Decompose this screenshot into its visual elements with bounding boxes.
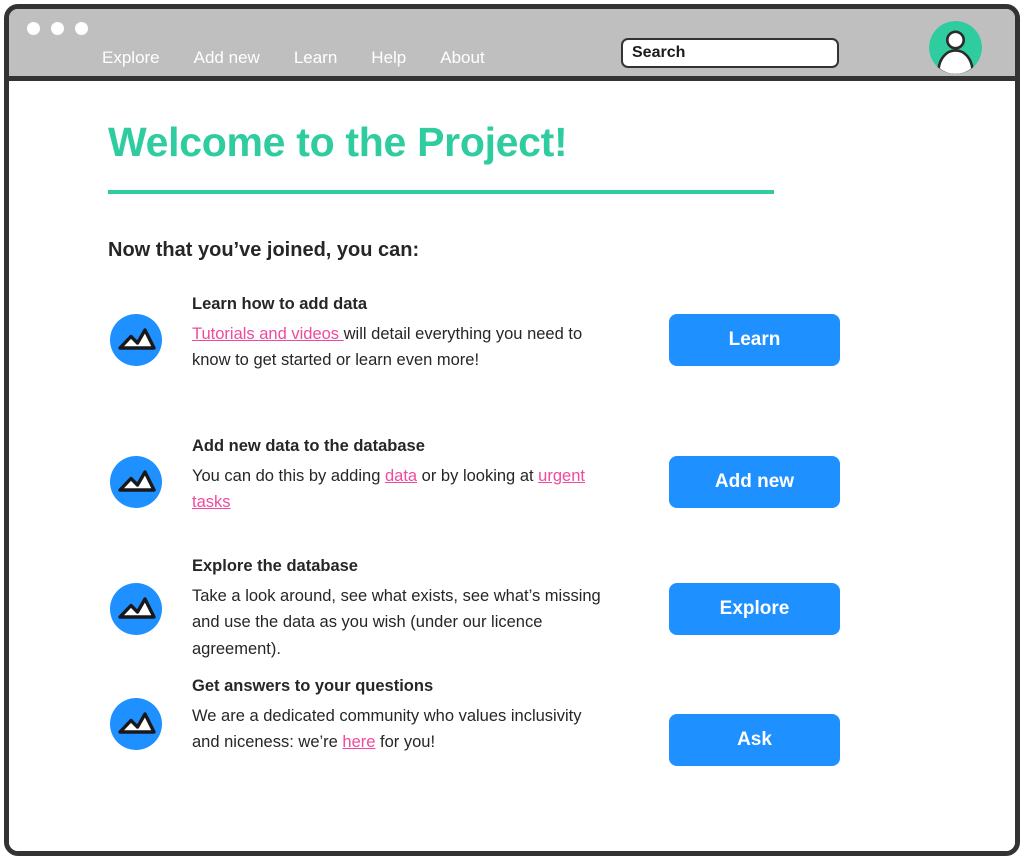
page-subtitle: Now that you’ve joined, you can: — [108, 239, 420, 262]
explore-button[interactable]: Explore — [669, 583, 840, 636]
minimize-window-dot[interactable] — [51, 22, 64, 35]
feature-list: Learn how to add data Tutorials and vide… — [9, 292, 1015, 792]
feature-link[interactable]: Tutorials and videos — [192, 325, 344, 343]
feature-link-data[interactable]: data — [385, 467, 417, 485]
learn-button[interactable]: Learn — [669, 314, 840, 367]
close-window-dot[interactable] — [27, 22, 40, 35]
feature-text: Get answers to your questions We are a d… — [192, 674, 612, 756]
feature-description: Take a look around, see what exists, see… — [192, 586, 601, 659]
feature-action: Ask — [669, 714, 840, 767]
add-new-button[interactable]: Add new — [669, 456, 840, 509]
feature-action: Explore — [669, 583, 840, 636]
mountain-image-icon — [110, 698, 162, 751]
mountain-image-icon — [110, 583, 162, 636]
avatar[interactable] — [929, 21, 982, 74]
feature-description-text: You can do this by adding — [192, 466, 385, 485]
feature-row: Learn how to add data Tutorials and vide… — [9, 292, 1015, 410]
nav-item-add-new[interactable]: Add new — [194, 49, 260, 66]
page-body: Welcome to the Project! Now that you’ve … — [9, 81, 1015, 851]
title-divider — [108, 190, 774, 195]
maximize-window-dot[interactable] — [75, 22, 88, 35]
feature-description-text: or by looking at — [417, 466, 539, 485]
feature-title: Explore the database — [192, 557, 358, 576]
nav-item-about[interactable]: About — [440, 49, 484, 66]
feature-row: Add new data to the database You can do … — [9, 434, 1015, 552]
feature-title: Learn how to add data — [192, 295, 368, 314]
feature-link-here[interactable]: here — [342, 733, 375, 751]
feature-row: Explore the database Take a look around,… — [9, 554, 1015, 672]
user-avatar-icon — [929, 21, 982, 74]
nav-item-explore[interactable]: Explore — [102, 49, 160, 66]
feature-row: Get answers to your questions We are a d… — [9, 674, 1015, 792]
feature-description: We are a dedicated community who values … — [192, 703, 612, 756]
feature-description: Tutorials and videos will detail everyth… — [192, 321, 612, 374]
feature-title: Add new data to the database — [192, 437, 425, 456]
feature-text: Learn how to add data Tutorials and vide… — [192, 292, 612, 374]
feature-action: Learn — [669, 314, 840, 367]
primary-navigation: Explore Add new Learn Help About — [102, 49, 485, 66]
feature-description-text: for you! — [375, 733, 436, 752]
feature-text: Add new data to the database You can do … — [192, 434, 612, 516]
mountain-image-icon — [110, 456, 162, 509]
nav-item-learn[interactable]: Learn — [294, 49, 337, 66]
ask-button[interactable]: Ask — [669, 714, 840, 767]
nav-item-help[interactable]: Help — [371, 49, 406, 66]
feature-description: You can do this by adding data or by loo… — [192, 463, 612, 516]
mountain-image-icon — [110, 314, 162, 367]
search-box[interactable] — [621, 38, 839, 68]
page-title: Welcome to the Project! — [108, 119, 568, 165]
browser-chrome-bar: Explore Add new Learn Help About — [9, 9, 1015, 81]
feature-title: Get answers to your questions — [192, 677, 434, 696]
traffic-light-controls — [27, 22, 88, 35]
search-input[interactable] — [632, 44, 837, 62]
feature-action: Add new — [669, 456, 840, 509]
feature-text: Explore the database Take a look around,… — [192, 554, 612, 663]
browser-window: Explore Add new Learn Help About Welcome… — [4, 4, 1020, 856]
